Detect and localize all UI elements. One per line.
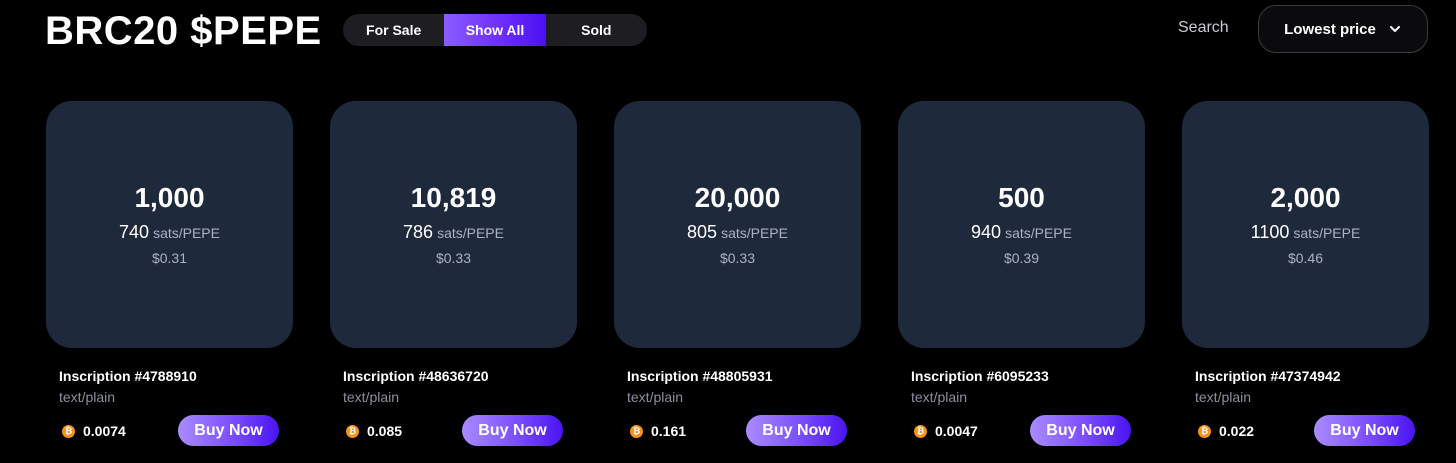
usd-price: $0.46 [1287,250,1324,266]
search-button[interactable]: Search [1178,19,1229,37]
token-amount: 500 [998,182,1045,213]
listing-tile[interactable]: 1,000 740 sats/PEPE $0.31 [46,101,293,348]
rate-unit: sats/PEPE [153,225,220,241]
price-per-token: 940 sats/PEPE [971,221,1072,244]
rate-value: 1100 [1250,222,1290,242]
btc-price: ₿ 0.0074 [62,423,126,439]
btc-price: ₿ 0.161 [630,423,686,439]
usd-price: $0.31 [151,250,188,266]
inscription-number[interactable]: Inscription #48636720 [343,368,489,384]
rate-unit: sats/PEPE [1293,225,1361,241]
buy-now-button[interactable]: Buy Now [1030,415,1131,446]
listing-card[interactable]: 2,000 1100 sats/PEPE $0.46 Inscription #4… [1182,101,1430,446]
bitcoin-icon: ₿ [1198,424,1211,438]
rate-value: 940 [971,222,1002,242]
rate-value: 740 [119,222,150,242]
listing-card[interactable]: 10,819 786 sats/PEPE $0.33 Inscription #4… [330,101,578,446]
price-per-token: 805 sats/PEPE [687,221,788,244]
buy-now-button[interactable]: Buy Now [1314,415,1415,446]
content-type: text/plain [1195,389,1252,405]
listing-tile[interactable]: 2,000 1100 sats/PEPE $0.46 [1182,101,1429,348]
listing-card[interactable]: 500 940 sats/PEPE $0.39 Inscription #6095… [898,101,1146,446]
listing-card[interactable]: 20,000 805 sats/PEPE $0.33 Inscription #4… [614,101,862,446]
filter-for-sale-button[interactable]: For Sale [343,14,444,46]
usd-price: $0.39 [1003,250,1040,266]
btc-price: ₿ 0.022 [1198,423,1254,439]
listing-filter-toggle: For Sale Show All Sold [343,14,647,46]
rate-unit: sats/PEPE [721,225,788,241]
content-type: text/plain [911,389,968,405]
price-per-token: 1100 sats/PEPE [1251,221,1361,244]
inscription-number[interactable]: Inscription #6095233 [911,368,1049,384]
content-type: text/plain [343,389,400,405]
bitcoin-icon: ₿ [914,424,927,438]
content-type: text/plain [627,389,684,405]
listing-tile[interactable]: 10,819 786 sats/PEPE $0.33 [330,101,577,348]
page-title: BRC20 $PEPE [45,9,322,53]
usd-price: $0.33 [435,250,472,266]
btc-price-value: 0.161 [651,423,687,439]
inscription-number[interactable]: Inscription #48805931 [627,368,773,384]
marketplace-page: BRC20 $PEPE For Sale Show All Sold Searc… [0,0,1456,463]
btc-price-value: 0.022 [1219,423,1255,439]
filter-sold-button[interactable]: Sold [546,14,647,46]
bitcoin-icon: ₿ [630,424,643,438]
rate-unit: sats/PEPE [437,225,504,241]
inscription-number[interactable]: Inscription #47374942 [1195,368,1341,384]
usd-price: $0.33 [719,250,756,266]
content-type: text/plain [59,389,116,405]
listing-card[interactable]: 1,000 740 sats/PEPE $0.31 Inscription #47… [46,101,294,446]
bitcoin-icon: ₿ [62,424,75,438]
btc-price-value: 0.085 [367,423,403,439]
bitcoin-icon: ₿ [346,424,359,438]
token-amount: 10,819 [410,182,497,213]
filter-show-all-button[interactable]: Show All [444,14,546,46]
sort-dropdown[interactable]: Lowest price [1258,5,1428,53]
btc-price: ₿ 0.0047 [914,423,978,439]
token-amount: 20,000 [694,182,781,213]
rate-unit: sats/PEPE [1005,225,1072,241]
rate-value: 786 [403,222,434,242]
chevron-down-icon [1389,26,1400,32]
buy-now-button[interactable]: Buy Now [746,415,847,446]
btc-price: ₿ 0.085 [346,423,402,439]
token-amount: 1,000 [134,182,205,213]
rate-value: 805 [687,222,718,242]
inscription-number[interactable]: Inscription #4788910 [59,368,197,384]
token-amount: 2,000 [1270,182,1341,213]
sort-dropdown-label: Lowest price [1284,20,1376,38]
listing-tile[interactable]: 20,000 805 sats/PEPE $0.33 [614,101,861,348]
buy-now-button[interactable]: Buy Now [178,415,279,446]
price-per-token: 786 sats/PEPE [403,221,504,244]
btc-price-value: 0.0074 [83,423,126,439]
buy-now-button[interactable]: Buy Now [462,415,563,446]
btc-price-value: 0.0047 [935,423,978,439]
listing-tile[interactable]: 500 940 sats/PEPE $0.39 [898,101,1145,348]
price-per-token: 740 sats/PEPE [119,221,220,244]
